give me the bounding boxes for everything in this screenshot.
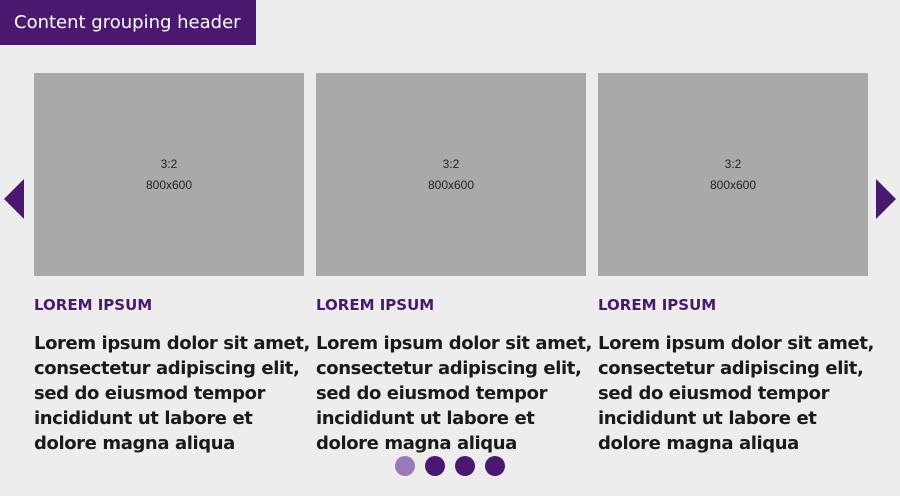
card-body-line: Lorem ipsum dolor sit amet, (598, 333, 874, 354)
pagination-dot[interactable] (485, 456, 505, 476)
card-body-line: sed do eiusmod tempor (34, 383, 266, 404)
card-body-line: dolore magna aliqua (598, 433, 799, 454)
card-body: Lorem ipsum dolor sit amet, consectetur … (598, 331, 878, 456)
carousel-card[interactable]: 3:2 800x600 LOREM IPSUM Lorem ipsum dolo… (598, 73, 874, 456)
card-body-line: incididunt ut labore et (316, 408, 535, 429)
card-kicker: LOREM IPSUM (598, 296, 717, 314)
carousel-card[interactable]: 3:2 800x600 LOREM IPSUM Lorem ipsum dolo… (34, 73, 310, 456)
card-body-line: sed do eiusmod tempor (316, 383, 548, 404)
pagination-dot[interactable] (455, 456, 475, 476)
card-kicker: LOREM IPSUM (34, 296, 153, 314)
card-body-line: incididunt ut labore et (34, 408, 253, 429)
carousel-pagination (395, 456, 505, 476)
image-placeholder: 3:2 800x600 (316, 73, 586, 276)
carousel-card[interactable]: 3:2 800x600 LOREM IPSUM Lorem ipsum dolo… (316, 73, 592, 456)
chevron-left-icon[interactable] (4, 179, 24, 219)
card-body: Lorem ipsum dolor sit amet, consectetur … (34, 331, 314, 456)
card-body-line: sed do eiusmod tempor (598, 383, 830, 404)
card-body-line: consectetur adipiscing elit, (316, 358, 582, 379)
image-size-label: 800x600 (427, 178, 475, 192)
image-placeholder: 3:2 800x600 (34, 73, 304, 276)
card-body-line: dolore magna aliqua (316, 433, 517, 454)
card-body: Lorem ipsum dolor sit amet, consectetur … (316, 331, 596, 456)
image-placeholder: 3:2 800x600 (598, 73, 868, 276)
chevron-right-icon[interactable] (876, 179, 896, 219)
card-body-line: Lorem ipsum dolor sit amet, (316, 333, 592, 354)
content-grouping-header: Content grouping header (0, 0, 256, 45)
image-size-label: 800x600 (145, 178, 193, 192)
pagination-dot[interactable] (395, 456, 415, 476)
pagination-dot[interactable] (425, 456, 445, 476)
card-kicker: LOREM IPSUM (316, 296, 435, 314)
card-body-line: consectetur adipiscing elit, (34, 358, 300, 379)
card-body-line: incididunt ut labore et (598, 408, 817, 429)
card-body-line: dolore magna aliqua (34, 433, 235, 454)
image-size-label: 800x600 (709, 178, 757, 192)
image-ratio-label: 3:2 (442, 157, 460, 171)
card-body-line: consectetur adipiscing elit, (598, 358, 864, 379)
card-body-line: Lorem ipsum dolor sit amet, (34, 333, 310, 354)
image-ratio-label: 3:2 (724, 157, 742, 171)
image-ratio-label: 3:2 (160, 157, 178, 171)
